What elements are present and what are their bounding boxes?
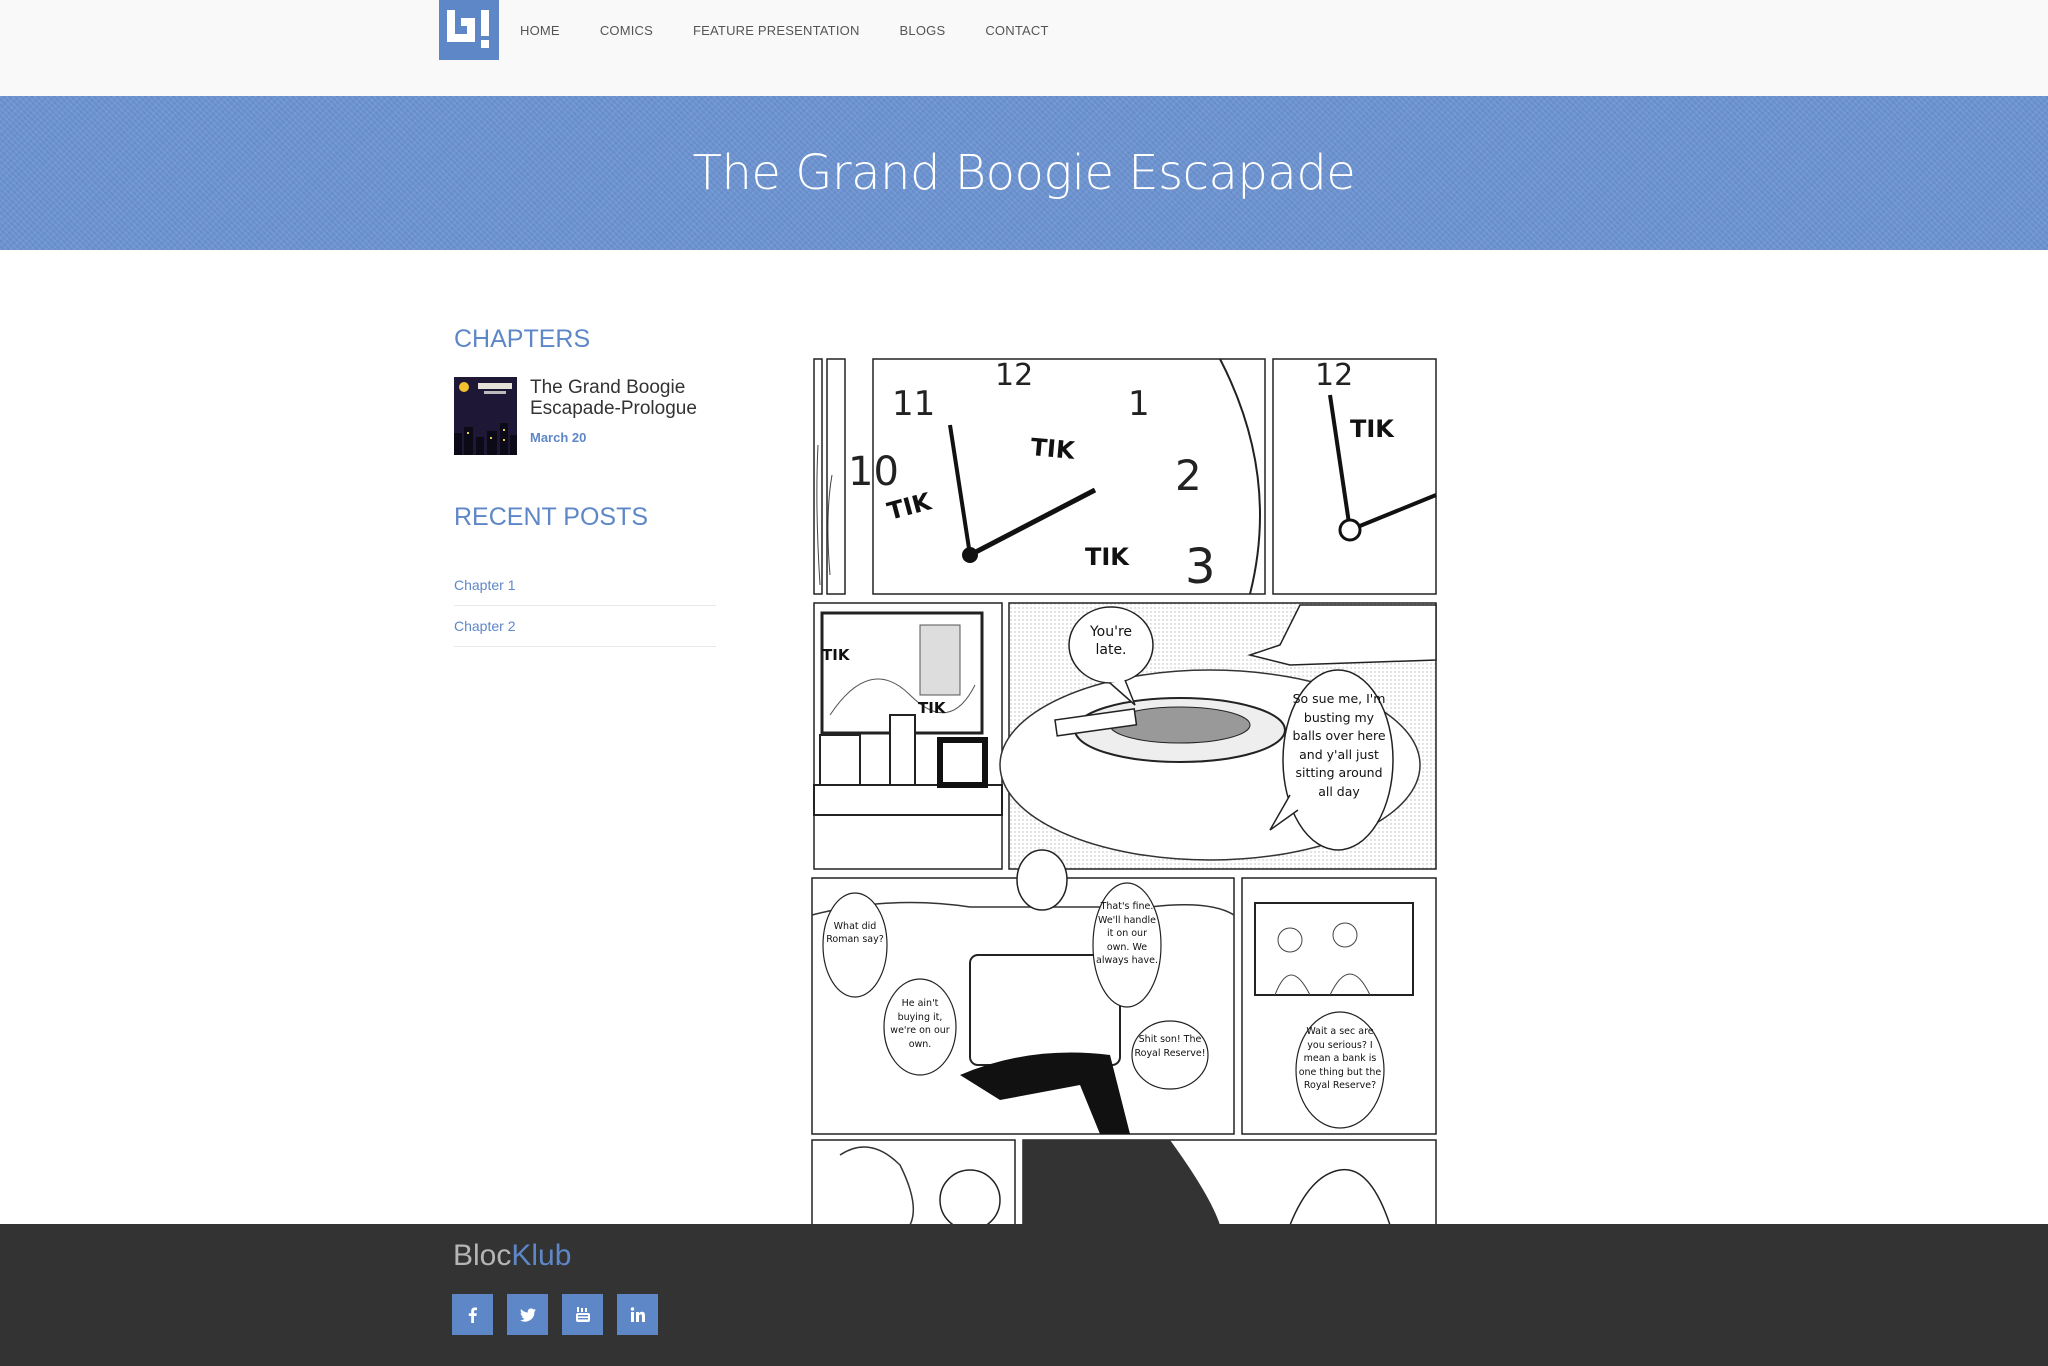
comic-panel: 11 12 1 2 3 10 TIK TIK TIK 12 TIK — [813, 358, 1437, 595]
youtube-icon[interactable] — [562, 1294, 603, 1335]
clock-number: 1 — [1128, 384, 1150, 424]
sfx-tik: TIK — [1350, 415, 1395, 443]
brand-part-2: Klub — [511, 1239, 572, 1272]
comic-panel: TIK TIK You're late. So sue me, I'm bust… — [813, 602, 1437, 870]
social-links — [452, 1294, 672, 1335]
list-item: Chapter 1 — [454, 565, 716, 606]
site-footer: BlocKlub — [0, 1224, 2048, 1366]
recent-posts-heading: RECENT POSTS — [454, 503, 649, 531]
speech-bubble-text: He ain't buying it, we're on our own. — [890, 998, 950, 1050]
comic-page-image: 11 12 1 2 3 10 TIK TIK TIK 12 TIK TIK TI… — [810, 355, 1440, 1225]
nav-comics[interactable]: COMICS — [600, 23, 653, 38]
chapter-thumbnail[interactable] — [454, 377, 517, 455]
recent-post-link[interactable]: Chapter 1 — [454, 577, 515, 593]
comic-panel — [811, 1139, 1437, 1225]
speech-bubble-text: That's fine. We'll handle it on our own.… — [1096, 901, 1158, 966]
recent-posts-list: Chapter 1 Chapter 2 — [454, 565, 716, 647]
sfx-tik: TIK — [1029, 433, 1077, 465]
chapter-date: March 20 — [530, 430, 587, 445]
recent-post-link[interactable]: Chapter 2 — [454, 618, 515, 634]
sfx-tik: TIK — [822, 646, 851, 664]
clock-number: 2 — [1175, 451, 1202, 500]
page-title: The Grand Boogie Escapade — [692, 145, 1356, 201]
top-navbar: HOME COMICS FEATURE PRESENTATION BLOGS C… — [0, 0, 2048, 96]
speech-bubble-text: You're late. — [1089, 624, 1133, 658]
chapter-item[interactable]: The Grand Boogie Escapade-Prologue March… — [454, 377, 716, 455]
clock-number: 11 — [892, 384, 935, 424]
comic-panel: What did Roman say? That's fine. We'll h… — [811, 849, 1437, 1135]
sfx-tik: TIK — [1085, 543, 1130, 571]
page-banner: The Grand Boogie Escapade — [0, 96, 2048, 250]
sfx-tik: TIK — [918, 699, 947, 717]
speech-bubble-text: Shit son! The Royal Reserve! — [1134, 1034, 1206, 1059]
nav-home[interactable]: HOME — [520, 23, 560, 38]
linkedin-icon[interactable] — [617, 1294, 658, 1335]
speech-bubble-text: What did Roman say? — [826, 921, 884, 945]
main-nav: HOME COMICS FEATURE PRESENTATION BLOGS C… — [520, 0, 1089, 60]
chapters-heading: CHAPTERS — [454, 325, 591, 353]
clock-number: 12 — [1315, 358, 1353, 393]
clock-number: 12 — [995, 358, 1033, 393]
site-logo[interactable] — [439, 0, 499, 60]
nav-feature-presentation[interactable]: FEATURE PRESENTATION — [693, 23, 860, 38]
facebook-icon[interactable] — [452, 1294, 493, 1335]
sidebar: CHAPTERS The Grand Boogie Escapade-Prolo… — [454, 325, 716, 647]
brand-part-1: Bloc — [453, 1239, 512, 1272]
footer-brand: BlocKlub — [453, 1239, 571, 1273]
speech-bubble-text: Wait a sec are you serious? I mean a ban… — [1298, 1026, 1382, 1091]
list-item: Chapter 2 — [454, 606, 716, 647]
clock-number: 3 — [1185, 539, 1216, 595]
nav-contact[interactable]: CONTACT — [985, 23, 1048, 38]
twitter-icon[interactable] — [507, 1294, 548, 1335]
nav-blogs[interactable]: BLOGS — [900, 23, 946, 38]
speech-bubble-text: So sue me, I'm busting my balls over her… — [1292, 691, 1386, 799]
chapter-title-link[interactable]: The Grand Boogie Escapade-Prologue — [530, 377, 716, 419]
clock-number: 10 — [848, 449, 899, 495]
